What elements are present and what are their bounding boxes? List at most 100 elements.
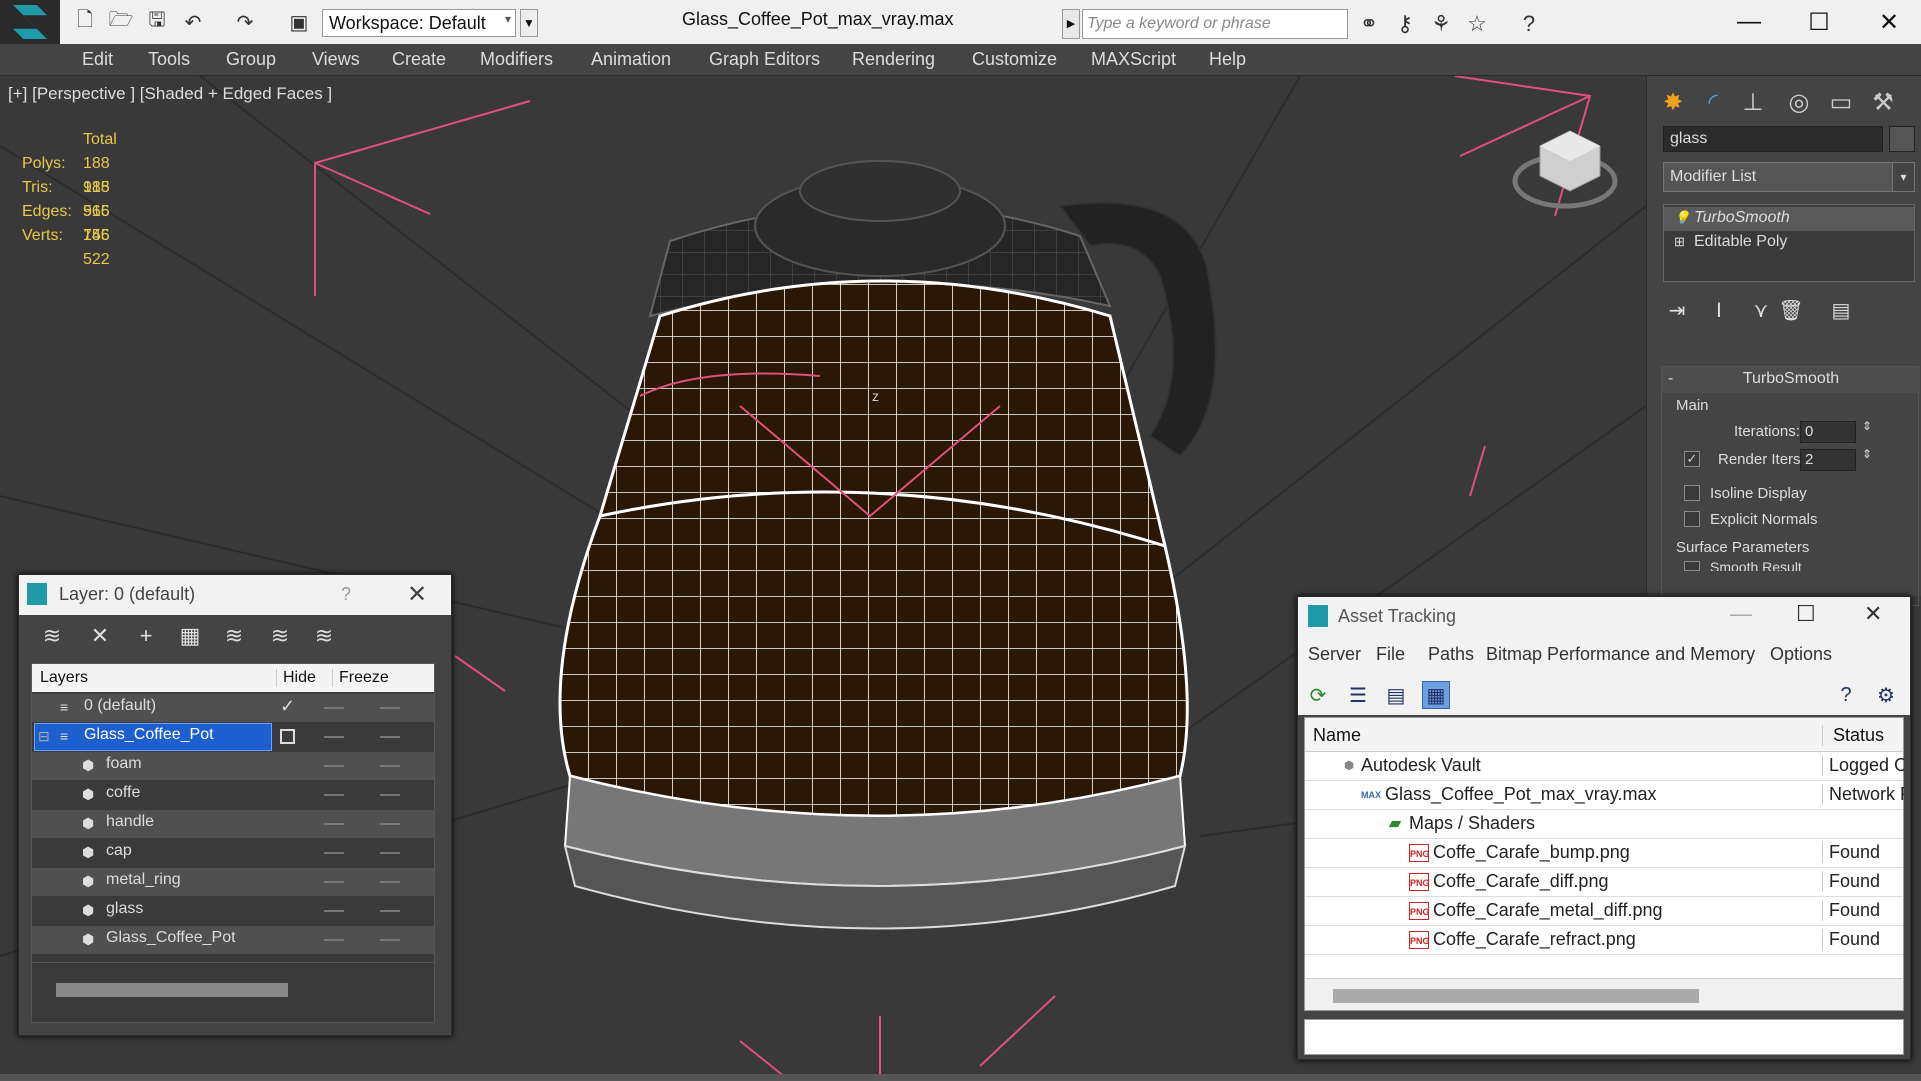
asset-horizontal-scrollbar[interactable] [1305, 978, 1903, 1010]
highlight-layer-icon[interactable]: ≋ [219, 621, 249, 651]
collapse-icon[interactable]: ⊟ [38, 728, 54, 744]
freeze-toggle[interactable] [380, 852, 400, 854]
viewport-label[interactable]: [+] [Perspective ] [Shaded + Edged Faces… [8, 84, 332, 104]
freeze-toggle[interactable] [380, 707, 400, 709]
hide-toggle[interactable] [324, 881, 344, 883]
menu-tools[interactable]: Tools [148, 49, 190, 70]
explicit-normals-checkbox[interactable] [1684, 511, 1700, 527]
hide-toggle[interactable] [324, 794, 344, 796]
hide-toggle[interactable] [324, 910, 344, 912]
show-end-result-icon[interactable]: Ⅰ [1703, 294, 1735, 326]
add-to-layer-icon[interactable]: + [131, 621, 161, 651]
column-header-layers[interactable]: Layers [40, 669, 88, 687]
layer-row[interactable]: ⬢ Glass_Coffee_Pot [32, 926, 434, 954]
menu-edit[interactable]: Edit [82, 49, 113, 70]
favorites-star-icon[interactable]: ☆ [1462, 9, 1492, 39]
menu-create[interactable]: Create [392, 49, 446, 70]
asset-row[interactable]: ⬢ Autodesk Vault Logged Out [1305, 752, 1904, 781]
asset-row[interactable]: PNG Coffe_Carafe_diff.png Found [1305, 868, 1903, 897]
coffee-pot-model[interactable]: z [558, 160, 1217, 930]
layer-horizontal-scrollbar[interactable] [32, 962, 434, 1022]
freeze-toggle[interactable] [380, 910, 400, 912]
new-file-icon[interactable]: 🗋 [72, 9, 98, 35]
new-layer-icon[interactable]: ≋ [37, 621, 67, 651]
asset-row[interactable]: MAX Glass_Coffee_Pot_max_vray.max Networ… [1305, 781, 1904, 810]
pin-stack-icon[interactable]: ⇥ [1661, 294, 1693, 326]
object-color-swatch[interactable] [1889, 126, 1915, 152]
viewcube[interactable] [1512, 130, 1618, 209]
menu-group[interactable]: Group [226, 49, 276, 70]
make-unique-icon[interactable]: ⋎ [1745, 294, 1777, 326]
hide-toggle[interactable] [324, 852, 344, 854]
smooth-result-checkbox[interactable] [1684, 561, 1700, 571]
layer-row[interactable]: ⬢ foam [32, 752, 434, 780]
workspace-menu-button[interactable]: ▼ [520, 9, 538, 37]
binoculars-icon[interactable]: ⚭ [1354, 9, 1384, 39]
search-expand-button[interactable]: ▶ [1062, 9, 1080, 39]
refresh-icon[interactable]: ⟳ [1304, 681, 1332, 709]
layer-row[interactable]: ⬢ coffe [32, 781, 434, 809]
menu-graph-editors[interactable]: Graph Editors [709, 49, 820, 70]
maximize-button[interactable]: ☐ [1794, 4, 1844, 40]
menu-help[interactable]: Help [1209, 49, 1246, 70]
asset-menu-bitmap-performance[interactable]: Bitmap Performance and Memory [1486, 644, 1755, 665]
hide-all-icon[interactable]: ≋ [265, 621, 295, 651]
workspace-selector[interactable]: Workspace: Default ▾ [322, 9, 516, 37]
render-iters-checkbox[interactable]: ✓ [1684, 451, 1700, 467]
close-button[interactable]: ✕ [1864, 4, 1914, 40]
asset-row[interactable]: PNG Coffe_Carafe_refract.png Found [1305, 926, 1903, 955]
key-icon[interactable]: ⚷ [1390, 9, 1420, 39]
stack-item-editable-poly[interactable]: ⊞ Editable Poly [1664, 231, 1914, 255]
configure-sets-icon[interactable]: ▤ [1825, 294, 1857, 326]
menu-maxscript[interactable]: MAXScript [1091, 49, 1176, 70]
settings-icon[interactable]: ⚙ [1872, 681, 1900, 709]
scrollbar-thumb[interactable] [1333, 989, 1699, 1003]
object-name-field[interactable]: glass [1663, 126, 1883, 152]
iterations-spinner[interactable]: 0 [1800, 421, 1856, 443]
table-view-icon[interactable]: ▦ [1422, 681, 1450, 709]
modify-tab-icon[interactable]: ◜ [1695, 84, 1731, 120]
save-icon[interactable]: 🖫 [144, 9, 170, 35]
delete-layer-icon[interactable]: ✕ [85, 621, 115, 651]
freeze-toggle[interactable] [380, 881, 400, 883]
minimize-button[interactable]: — [1730, 601, 1752, 627]
rollout-header[interactable]: - TurboSmooth [1662, 367, 1920, 393]
utilities-tab-icon[interactable]: ⚒ [1865, 84, 1901, 120]
freeze-toggle[interactable] [380, 736, 400, 738]
freeze-toggle[interactable] [380, 939, 400, 941]
tree-view-icon[interactable]: ▤ [1382, 681, 1410, 709]
project-folder-icon[interactable]: ▣ [286, 9, 312, 35]
spinner-arrows-icon[interactable]: ⇕ [1862, 447, 1872, 461]
layer-window-titlebar[interactable]: Layer: 0 (default) ? ✕ [19, 575, 451, 615]
stack-item-turbosmooth[interactable]: 💡 TurboSmooth [1664, 207, 1914, 231]
freeze-toggle[interactable] [380, 765, 400, 767]
select-objects-icon[interactable]: ▦ [175, 621, 205, 651]
maximize-button[interactable]: ☐ [1796, 601, 1816, 627]
close-icon[interactable]: ✕ [407, 580, 427, 609]
layer-row[interactable]: ⬢ metal_ring [32, 868, 434, 896]
undo-icon[interactable]: ↶ [180, 9, 206, 35]
motion-tab-icon[interactable]: ◎ [1781, 84, 1817, 120]
help-icon[interactable]: ? [341, 584, 351, 605]
layer-row[interactable]: ⊟ ≡ Glass_Coffee_Pot [32, 723, 434, 751]
column-header-name[interactable]: Name [1313, 725, 1361, 746]
lightbulb-icon[interactable]: 💡 [1674, 211, 1690, 225]
asset-menu-server[interactable]: Server [1308, 644, 1361, 665]
display-tab-icon[interactable]: ▭ [1823, 84, 1859, 120]
column-header-freeze[interactable]: Freeze [332, 669, 389, 687]
freeze-all-icon[interactable]: ≋ [309, 621, 339, 651]
asset-window-titlebar[interactable]: Asset Tracking — ☐ ✕ [1298, 597, 1910, 637]
hide-toggle[interactable] [324, 823, 344, 825]
signin-icon[interactable]: ⚘ [1426, 9, 1456, 39]
scrollbar-thumb[interactable] [56, 983, 288, 997]
hide-toggle[interactable] [324, 939, 344, 941]
isoline-display-checkbox[interactable] [1684, 485, 1700, 501]
menu-rendering[interactable]: Rendering [852, 49, 935, 70]
spinner-arrows-icon[interactable]: ⇕ [1862, 419, 1872, 433]
layer-row[interactable]: ⬢ glass [32, 897, 434, 925]
modifier-list-dropdown[interactable]: Modifier List ▾ [1663, 162, 1915, 192]
asset-menu-options[interactable]: Options [1770, 644, 1832, 665]
redo-icon[interactable]: ↷ [232, 9, 258, 35]
render-iters-spinner[interactable]: 2 [1800, 449, 1856, 471]
active-layer-check-icon[interactable]: ✓ [280, 696, 295, 717]
